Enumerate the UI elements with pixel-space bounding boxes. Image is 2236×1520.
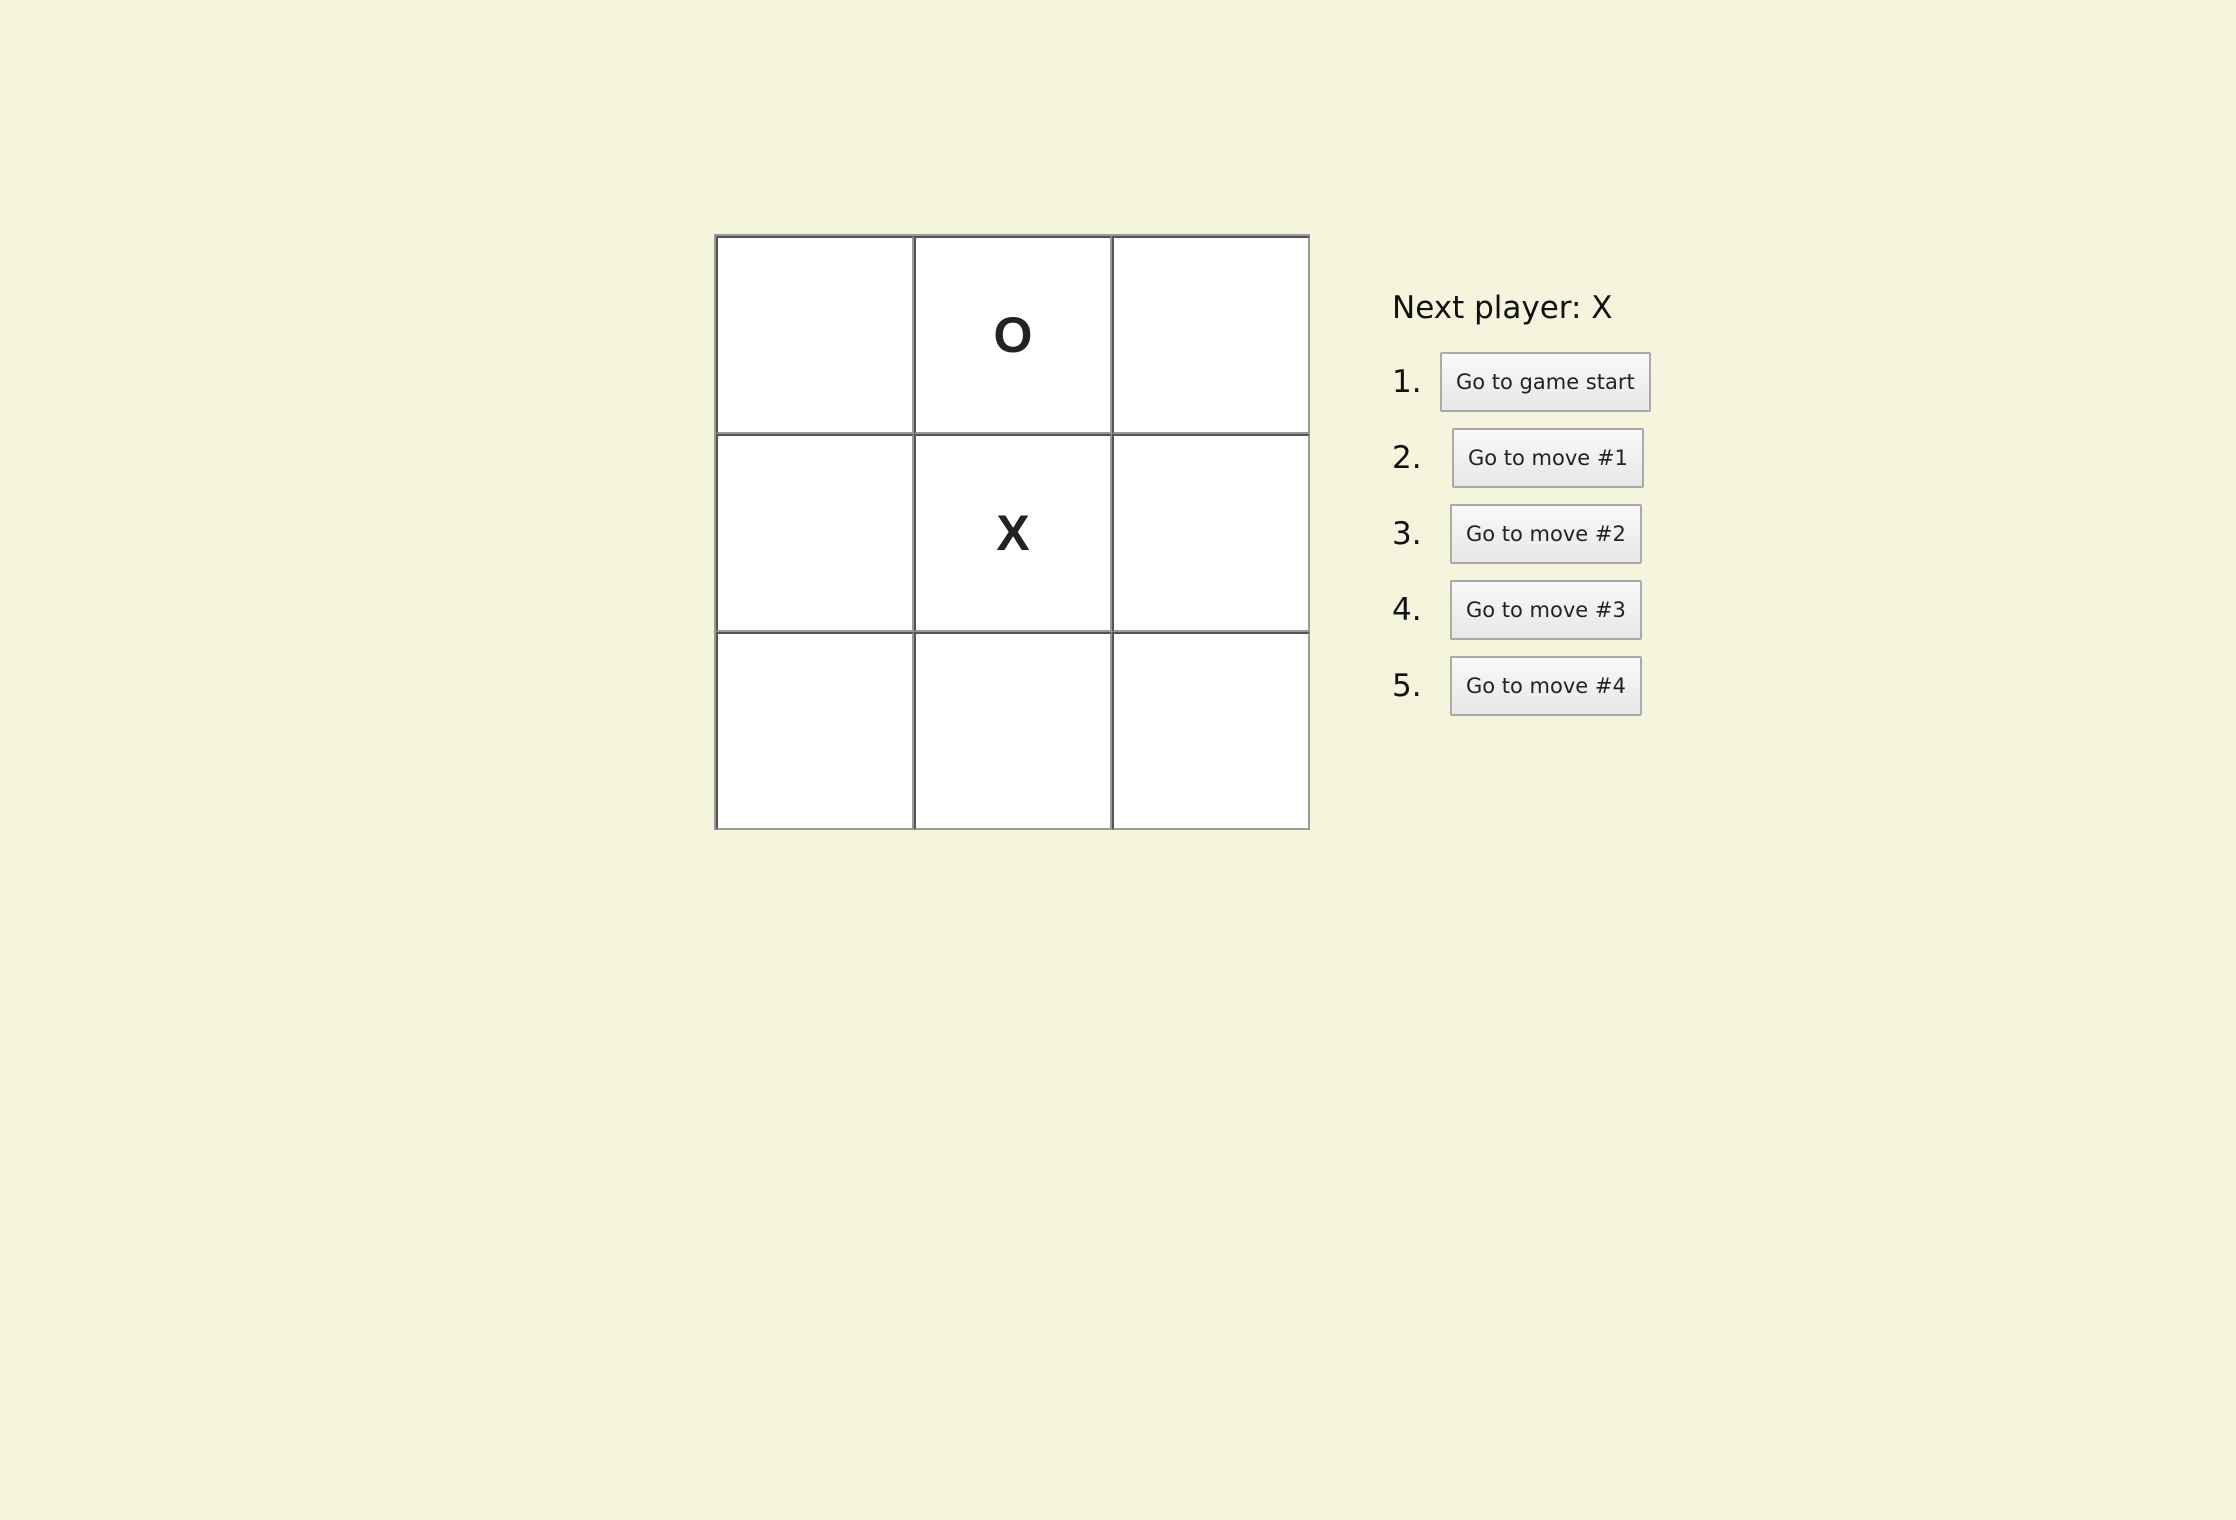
move-number: 2. bbox=[1392, 440, 1422, 476]
square-2[interactable] bbox=[1112, 236, 1310, 434]
game-info: Next player: X 1. Go to game start 2. Go… bbox=[1392, 290, 1651, 724]
move-history-item: 2. Go to move #1 bbox=[1392, 420, 1651, 496]
game-board: O X bbox=[714, 234, 1310, 830]
square-3[interactable] bbox=[716, 434, 914, 632]
move-history-item: 1. Go to game start bbox=[1392, 344, 1651, 420]
square-8[interactable] bbox=[1112, 632, 1310, 830]
move-history-item: 4. Go to move #3 bbox=[1392, 572, 1651, 648]
go-to-move-3-button[interactable]: Go to move #3 bbox=[1450, 580, 1642, 640]
move-history-item: 3. Go to move #2 bbox=[1392, 496, 1651, 572]
square-1[interactable]: O bbox=[914, 236, 1112, 434]
square-7[interactable] bbox=[914, 632, 1112, 830]
square-4[interactable]: X bbox=[914, 434, 1112, 632]
go-to-move-4-button[interactable]: Go to move #4 bbox=[1450, 656, 1642, 716]
go-to-move-1-button[interactable]: Go to move #1 bbox=[1452, 428, 1644, 488]
go-to-move-2-button[interactable]: Go to move #2 bbox=[1450, 504, 1642, 564]
game: O X Next player: X 1. Go to game start 2… bbox=[714, 234, 1651, 830]
go-to-game-start-button[interactable]: Go to game start bbox=[1440, 352, 1651, 412]
move-number: 1. bbox=[1392, 364, 1422, 400]
move-number: 4. bbox=[1392, 592, 1422, 628]
move-number: 5. bbox=[1392, 668, 1422, 704]
square-0[interactable] bbox=[716, 236, 914, 434]
move-history-list: 1. Go to game start 2. Go to move #1 3. … bbox=[1392, 344, 1651, 724]
square-6[interactable] bbox=[716, 632, 914, 830]
square-5[interactable] bbox=[1112, 434, 1310, 632]
status-text: Next player: X bbox=[1392, 290, 1613, 326]
move-history-item: 5. Go to move #4 bbox=[1392, 648, 1651, 724]
move-number: 3. bbox=[1392, 516, 1422, 552]
